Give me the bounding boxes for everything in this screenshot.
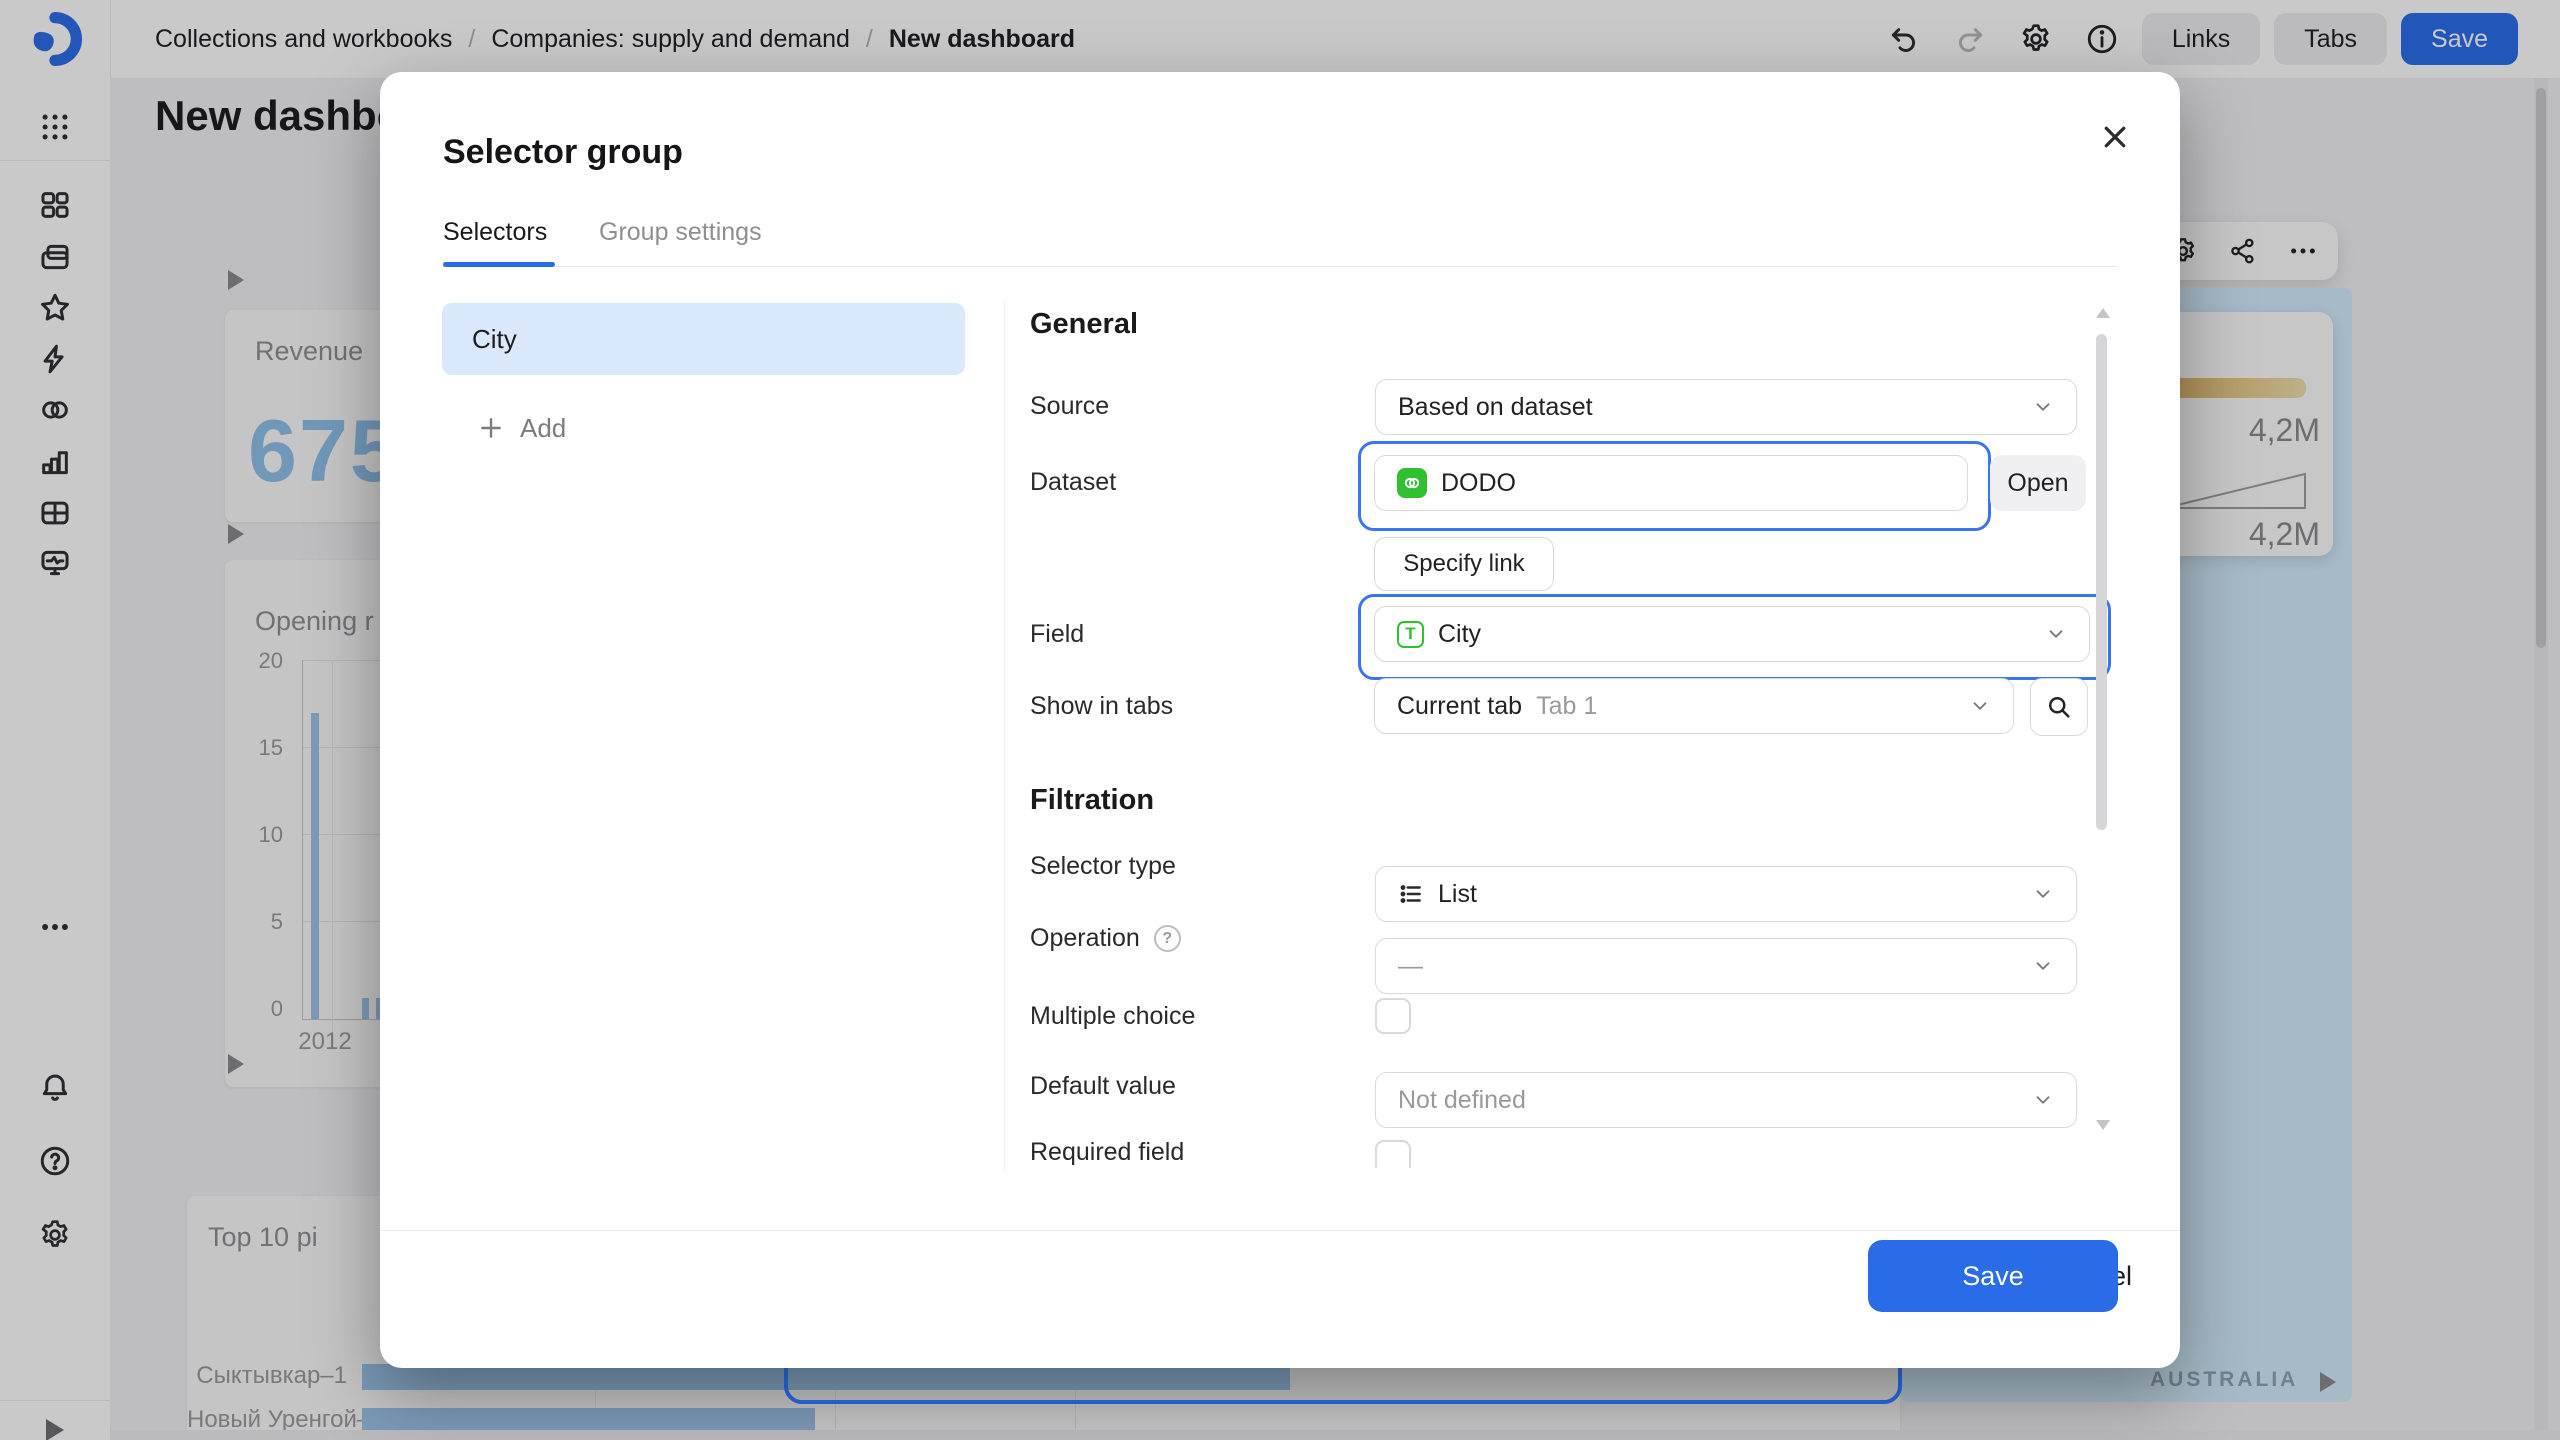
specify-link-button[interactable]: Specify link [1374, 537, 1554, 591]
tab-group-settings[interactable]: Group settings [599, 218, 762, 247]
filtration-heading: Filtration [1030, 784, 1154, 817]
chevron-down-icon [2032, 883, 2054, 905]
operation-label: Operation ? [1030, 924, 1181, 953]
required-field-row-clipped: Required field [1030, 1136, 1930, 1168]
selector-list-item-label: City [472, 324, 517, 355]
chevron-down-icon [2032, 396, 2054, 418]
tab-divider [443, 266, 2117, 267]
screen: Collections and workbooks / Companies: s… [0, 0, 2560, 1440]
operation-label-text: Operation [1030, 924, 1140, 953]
dataset-value: DODO [1441, 469, 1516, 498]
scroll-up-arrow[interactable] [2096, 308, 2110, 318]
plus-icon [478, 415, 504, 441]
chevron-down-icon [1969, 695, 1991, 717]
operation-value: — [1398, 952, 1423, 981]
multiple-choice-label: Multiple choice [1030, 1002, 1195, 1031]
required-field-label: Required field [1030, 1138, 1184, 1167]
selector-type-value: List [1438, 880, 1477, 909]
field-label: Field [1030, 620, 1084, 649]
active-tab-underline [443, 262, 555, 267]
chevron-down-icon [2032, 1089, 2054, 1111]
panel-separator [1004, 300, 1005, 1172]
multiple-choice-checkbox[interactable] [1375, 998, 1411, 1034]
general-heading: General [1030, 308, 1138, 341]
save-button[interactable]: Save [1868, 1240, 2118, 1312]
default-value-select[interactable]: Not defined [1375, 1072, 2077, 1128]
selector-group-modal: Selector group Selectors Group settings … [380, 72, 2180, 1368]
dataset-label: Dataset [1030, 468, 1116, 497]
modal-close-button[interactable] [2092, 114, 2138, 160]
close-icon [2100, 122, 2130, 152]
operation-select[interactable]: — [1375, 938, 2077, 994]
required-field-checkbox[interactable] [1375, 1140, 1411, 1168]
source-select[interactable]: Based on dataset [1375, 379, 2077, 435]
show-in-tabs-select[interactable]: Current tab Tab 1 [1374, 678, 2014, 734]
list-icon [1398, 881, 1424, 907]
add-selector-button[interactable]: Add [478, 408, 566, 448]
open-dataset-button[interactable]: Open [1990, 455, 2086, 511]
chevron-down-icon [2032, 955, 2054, 977]
modal-title: Selector group [443, 133, 683, 172]
source-value: Based on dataset [1398, 393, 1593, 422]
footer-divider [380, 1230, 2180, 1231]
scroll-down-arrow[interactable] [2096, 1120, 2110, 1130]
show-in-tabs-tab-name: Tab 1 [1536, 692, 1597, 721]
show-in-tabs-label: Show in tabs [1030, 692, 1173, 721]
search-icon [2045, 693, 2073, 721]
default-value-placeholder: Not defined [1398, 1086, 1526, 1115]
default-value-label: Default value [1030, 1072, 1176, 1101]
show-in-tabs-value: Current tab [1397, 692, 1522, 721]
selector-type-label: Selector type [1030, 852, 1176, 881]
modal-scrollbar-thumb[interactable] [2096, 334, 2107, 830]
chevron-down-icon [2045, 623, 2067, 645]
text-field-type-icon: T [1397, 621, 1424, 648]
add-selector-label: Add [520, 413, 566, 444]
search-tabs-button[interactable] [2030, 678, 2088, 736]
selector-list-item-city[interactable]: City [442, 303, 965, 375]
dataset-icon [1397, 468, 1427, 498]
operation-help-icon[interactable]: ? [1154, 925, 1181, 952]
tab-selectors[interactable]: Selectors [443, 218, 547, 247]
dataset-field[interactable]: DODO [1374, 455, 1968, 511]
selector-type-select[interactable]: List [1375, 866, 2077, 922]
field-select[interactable]: T City [1374, 606, 2090, 662]
source-label: Source [1030, 392, 1109, 421]
field-value: City [1438, 620, 1481, 649]
